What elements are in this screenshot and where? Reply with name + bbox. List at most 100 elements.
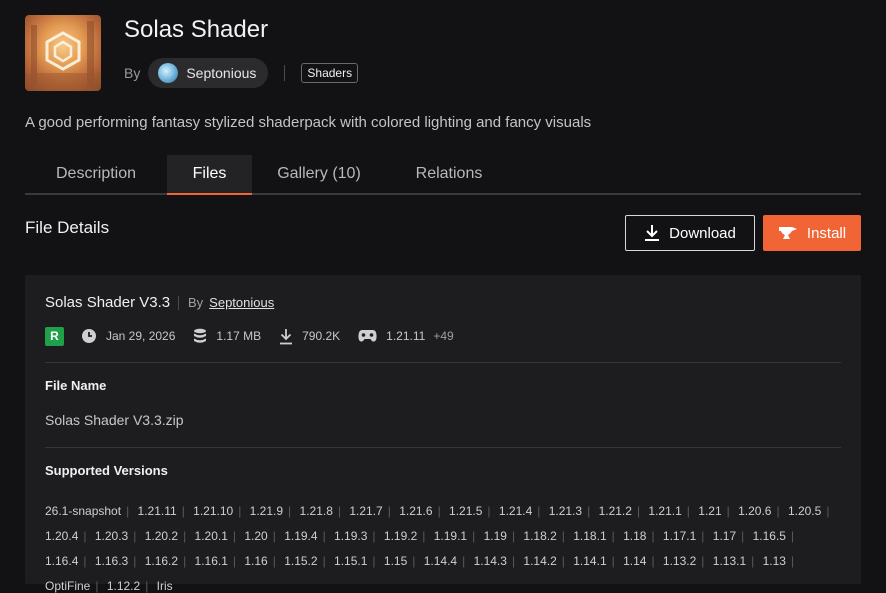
version-item: 1.16.2	[144, 554, 179, 568]
version-item: 1.21	[698, 504, 722, 518]
database-icon	[194, 328, 207, 343]
file-meta: R Jan 29, 2026 1.17 MB 790.2K 1.21.11 +4…	[45, 326, 454, 346]
divider	[284, 65, 286, 81]
version-item: 1.18.1	[573, 529, 607, 543]
version-separator: |	[83, 529, 87, 543]
version-separator: |	[412, 554, 416, 568]
version-item: 1.20.1	[194, 529, 228, 543]
file-name-label: File Name	[45, 378, 107, 393]
version-separator: |	[511, 529, 516, 543]
version-separator: |	[232, 529, 237, 543]
tab-description[interactable]: Description	[25, 155, 167, 195]
version-separator: |	[133, 554, 137, 568]
version-separator: |	[238, 504, 242, 518]
version-item: 1.19.3	[334, 529, 368, 543]
file-card: Solas Shader V3.3 By Septonious R Jan 29…	[25, 275, 861, 593]
version-separator: |	[561, 529, 565, 543]
version-item: OptiFine	[45, 579, 91, 593]
version-separator: |	[790, 554, 795, 568]
download-icon	[280, 328, 293, 344]
version-item: 1.21.11	[137, 504, 177, 518]
version-item: 1.20	[244, 529, 268, 543]
project-byline: By Septonious Shaders	[124, 58, 359, 88]
divider	[178, 295, 179, 310]
version-separator: |	[651, 529, 655, 543]
version-separator: |	[826, 504, 830, 518]
version-separator: |	[487, 504, 491, 518]
version-separator: |	[561, 554, 565, 568]
divider	[45, 447, 841, 448]
version-item: 1.21.6	[399, 504, 433, 518]
version-separator: |	[741, 529, 745, 543]
version-separator: |	[183, 529, 187, 543]
version-separator: |	[133, 529, 137, 543]
download-icon	[645, 225, 660, 241]
version-separator: |	[181, 504, 185, 518]
version-separator: |	[372, 529, 376, 543]
version-item: 1.18.2	[523, 529, 557, 543]
version-item: 1.19.1	[433, 529, 468, 543]
version-item: 1.19.4	[284, 529, 318, 543]
divider	[45, 362, 841, 363]
project-thumbnail	[25, 15, 101, 91]
version-separator: |	[701, 529, 705, 543]
version-item: 1.17	[712, 529, 737, 543]
version-item: 1.21.7	[349, 504, 383, 518]
file-author-link[interactable]: Septonious	[209, 295, 274, 310]
tab-files[interactable]: Files	[167, 155, 252, 195]
version-item: 1.20.5	[787, 504, 822, 518]
version-item: 1.13.1	[712, 554, 747, 568]
version-item: 1.20.3	[94, 529, 129, 543]
file-name: Solas Shader V3.3.zip	[45, 412, 184, 428]
install-button[interactable]: Install	[763, 215, 861, 251]
version-item: 1.20.4	[45, 529, 79, 543]
author-link[interactable]: Septonious	[148, 58, 269, 88]
file-byline: By Septonious	[178, 295, 274, 310]
version-item: 1.14.4	[423, 554, 458, 568]
gamepad-icon	[358, 330, 377, 342]
meta-size: 1.17 MB	[193, 328, 261, 344]
version-item: 1.21.8	[299, 504, 333, 518]
version-separator: |	[95, 579, 99, 593]
version-item: 1.20.2	[144, 529, 179, 543]
supported-versions-list: 26.1-snapshot | 1.21.11 | 1.21.10 | 1.21.9 |…	[45, 499, 835, 593]
tab-gallery[interactable]: Gallery (10)	[252, 155, 386, 195]
version-separator: |	[472, 529, 476, 543]
meta-game-version: 1.21.11 +49	[358, 329, 454, 343]
version-item: 1.21.4	[498, 504, 533, 518]
version-item: 1.13.2	[662, 554, 697, 568]
version-separator: |	[462, 554, 466, 568]
download-button[interactable]: Download	[625, 215, 755, 251]
version-separator: |	[511, 554, 516, 568]
version-separator: |	[145, 579, 149, 593]
category-tag[interactable]: Shaders	[301, 63, 359, 83]
version-item: 1.21.10	[193, 504, 234, 518]
version-separator: |	[322, 554, 326, 568]
tab-bar: Description Files Gallery (10) Relations	[25, 155, 861, 195]
version-separator: |	[437, 504, 441, 518]
version-separator: |	[232, 554, 237, 568]
version-item: 1.14.2	[523, 554, 557, 568]
version-separator: |	[322, 529, 326, 543]
avatar	[158, 63, 179, 83]
file-game-version: 1.21.11	[386, 329, 426, 343]
version-separator: |	[372, 554, 376, 568]
version-item: 1.15	[383, 554, 408, 568]
version-item: 1.19	[483, 529, 507, 543]
version-separator: |	[611, 554, 615, 568]
more-versions-count[interactable]: +49	[433, 329, 453, 343]
file-date: Jan 29, 2026	[106, 329, 176, 343]
version-separator: |	[537, 504, 541, 518]
version-item: Iris	[156, 579, 173, 593]
version-separator: |	[611, 529, 615, 543]
version-item: 1.21.5	[449, 504, 483, 518]
version-separator: |	[587, 504, 591, 518]
file-downloads: 790.2K	[302, 329, 341, 343]
tab-relations[interactable]: Relations	[386, 155, 512, 195]
anvil-icon	[778, 227, 797, 239]
version-item: 1.18	[623, 529, 647, 543]
project-summary: A good performing fantasy stylized shade…	[25, 114, 592, 131]
author-name: Septonious	[186, 65, 257, 81]
version-item: 1.21.9	[249, 504, 284, 518]
version-separator: |	[272, 554, 276, 568]
